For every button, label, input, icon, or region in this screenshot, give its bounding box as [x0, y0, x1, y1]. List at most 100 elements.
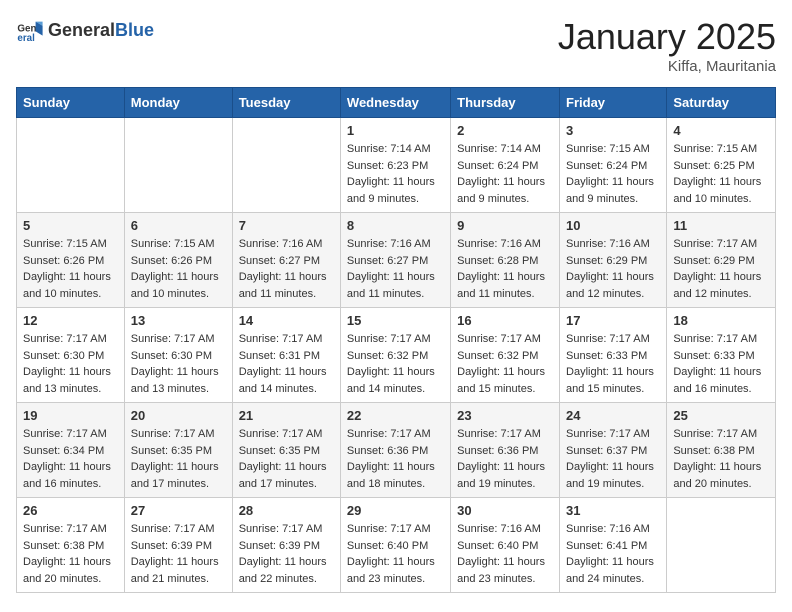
day-number: 9 — [457, 218, 553, 233]
day-number: 11 — [673, 218, 769, 233]
day-info: Sunrise: 7:15 AMSunset: 6:26 PMDaylight:… — [23, 236, 118, 302]
day-of-week-header: Thursday — [451, 88, 560, 118]
calendar-day-cell — [667, 498, 776, 593]
day-info: Sunrise: 7:17 AMSunset: 6:39 PMDaylight:… — [131, 521, 226, 587]
day-number: 23 — [457, 408, 553, 423]
calendar-day-cell: 18 Sunrise: 7:17 AMSunset: 6:33 PMDayligh… — [667, 308, 776, 403]
day-info: Sunrise: 7:17 AMSunset: 6:37 PMDaylight:… — [566, 426, 660, 492]
calendar-day-cell: 7 Sunrise: 7:16 AMSunset: 6:27 PMDaylight… — [232, 213, 340, 308]
calendar-day-cell: 29 Sunrise: 7:17 AMSunset: 6:40 PMDayligh… — [340, 498, 450, 593]
calendar-day-cell: 4Sunrise: 7:15 AMSunset: 6:25 PMDaylight… — [667, 118, 776, 213]
calendar-day-cell: 16 Sunrise: 7:17 AMSunset: 6:32 PMDayligh… — [451, 308, 560, 403]
day-info: Sunrise: 7:17 AMSunset: 6:32 PMDaylight:… — [457, 331, 553, 397]
day-of-week-header: Friday — [560, 88, 667, 118]
calendar-day-cell: 31 Sunrise: 7:16 AMSunset: 6:41 PMDayligh… — [560, 498, 667, 593]
day-number: 26 — [23, 503, 118, 518]
day-info: Sunrise: 7:17 AMSunset: 6:30 PMDaylight:… — [23, 331, 118, 397]
calendar-day-cell: 20Sunrise: 7:17 AMSunset: 6:35 PMDayligh… — [124, 403, 232, 498]
calendar-day-cell: 14Sunrise: 7:17 AMSunset: 6:31 PMDayligh… — [232, 308, 340, 403]
day-info: Sunrise: 7:17 AMSunset: 6:38 PMDaylight:… — [673, 426, 769, 492]
day-number: 30 — [457, 503, 553, 518]
calendar-week-row: 12 Sunrise: 7:17 AMSunset: 6:30 PMDayligh… — [17, 308, 776, 403]
day-info: Sunrise: 7:17 AMSunset: 6:34 PMDaylight:… — [23, 426, 118, 492]
month-title: January 2025 — [558, 16, 776, 58]
calendar-header-row: SundayMondayTuesdayWednesdayThursdayFrid… — [17, 88, 776, 118]
calendar-day-cell: 12 Sunrise: 7:17 AMSunset: 6:30 PMDayligh… — [17, 308, 125, 403]
calendar-week-row: 1Sunrise: 7:14 AMSunset: 6:23 PMDaylight… — [17, 118, 776, 213]
calendar-day-cell: 28Sunrise: 7:17 AMSunset: 6:39 PMDayligh… — [232, 498, 340, 593]
day-number: 25 — [673, 408, 769, 423]
day-info: Sunrise: 7:15 AMSunset: 6:24 PMDaylight:… — [566, 141, 660, 207]
page-header: Gen eral GeneralBlue January 2025 Kiffa,… — [16, 16, 776, 75]
day-number: 22 — [347, 408, 444, 423]
calendar-day-cell — [17, 118, 125, 213]
day-info: Sunrise: 7:16 AMSunset: 6:27 PMDaylight:… — [239, 236, 334, 302]
svg-text:eral: eral — [17, 33, 35, 44]
day-info: Sunrise: 7:16 AMSunset: 6:41 PMDaylight:… — [566, 521, 660, 587]
calendar-day-cell: 22 Sunrise: 7:17 AMSunset: 6:36 PMDayligh… — [340, 403, 450, 498]
day-number: 31 — [566, 503, 660, 518]
calendar-day-cell: 3 Sunrise: 7:15 AMSunset: 6:24 PMDaylight… — [560, 118, 667, 213]
location-subtitle: Kiffa, Mauritania — [558, 58, 776, 75]
day-info: Sunrise: 7:17 AMSunset: 6:33 PMDaylight:… — [566, 331, 660, 397]
day-of-week-header: Sunday — [17, 88, 125, 118]
calendar-day-cell: 10 Sunrise: 7:16 AMSunset: 6:29 PMDayligh… — [560, 213, 667, 308]
day-number: 27 — [131, 503, 226, 518]
title-block: January 2025 Kiffa, Mauritania — [558, 16, 776, 75]
day-number: 12 — [23, 313, 118, 328]
calendar-day-cell: 30 Sunrise: 7:16 AMSunset: 6:40 PMDayligh… — [451, 498, 560, 593]
day-number: 5 — [23, 218, 118, 233]
day-info: Sunrise: 7:15 AMSunset: 6:26 PMDaylight:… — [131, 236, 226, 302]
calendar-week-row: 5 Sunrise: 7:15 AMSunset: 6:26 PMDaylight… — [17, 213, 776, 308]
day-info: Sunrise: 7:17 AMSunset: 6:36 PMDaylight:… — [347, 426, 444, 492]
day-info: Sunrise: 7:17 AMSunset: 6:36 PMDaylight:… — [457, 426, 553, 492]
calendar-day-cell — [232, 118, 340, 213]
day-number: 3 — [566, 123, 660, 138]
calendar-day-cell: 25 Sunrise: 7:17 AMSunset: 6:38 PMDayligh… — [667, 403, 776, 498]
calendar-day-cell: 11Sunrise: 7:17 AMSunset: 6:29 PMDayligh… — [667, 213, 776, 308]
calendar-table: SundayMondayTuesdayWednesdayThursdayFrid… — [16, 87, 776, 593]
calendar-day-cell: 6Sunrise: 7:15 AMSunset: 6:26 PMDaylight… — [124, 213, 232, 308]
day-info: Sunrise: 7:17 AMSunset: 6:33 PMDaylight:… — [673, 331, 769, 397]
day-info: Sunrise: 7:15 AMSunset: 6:25 PMDaylight:… — [673, 141, 769, 207]
day-number: 7 — [239, 218, 334, 233]
day-number: 18 — [673, 313, 769, 328]
calendar-day-cell: 19 Sunrise: 7:17 AMSunset: 6:34 PMDayligh… — [17, 403, 125, 498]
calendar-body: 1Sunrise: 7:14 AMSunset: 6:23 PMDaylight… — [17, 118, 776, 593]
day-number: 17 — [566, 313, 660, 328]
calendar-day-cell: 26 Sunrise: 7:17 AMSunset: 6:38 PMDayligh… — [17, 498, 125, 593]
day-number: 16 — [457, 313, 553, 328]
day-number: 1 — [347, 123, 444, 138]
calendar-day-cell: 13Sunrise: 7:17 AMSunset: 6:30 PMDayligh… — [124, 308, 232, 403]
calendar-day-cell: 9 Sunrise: 7:16 AMSunset: 6:28 PMDaylight… — [451, 213, 560, 308]
day-number: 29 — [347, 503, 444, 518]
day-info: Sunrise: 7:17 AMSunset: 6:40 PMDaylight:… — [347, 521, 444, 587]
calendar-day-cell: 5 Sunrise: 7:15 AMSunset: 6:26 PMDaylight… — [17, 213, 125, 308]
logo-general-text: GeneralBlue — [48, 20, 154, 41]
calendar-day-cell: 8Sunrise: 7:16 AMSunset: 6:27 PMDaylight… — [340, 213, 450, 308]
day-number: 28 — [239, 503, 334, 518]
calendar-day-cell: 1Sunrise: 7:14 AMSunset: 6:23 PMDaylight… — [340, 118, 450, 213]
day-of-week-header: Saturday — [667, 88, 776, 118]
day-of-week-header: Tuesday — [232, 88, 340, 118]
day-number: 24 — [566, 408, 660, 423]
day-info: Sunrise: 7:16 AMSunset: 6:29 PMDaylight:… — [566, 236, 660, 302]
day-info: Sunrise: 7:17 AMSunset: 6:31 PMDaylight:… — [239, 331, 334, 397]
day-info: Sunrise: 7:16 AMSunset: 6:40 PMDaylight:… — [457, 521, 553, 587]
day-info: Sunrise: 7:17 AMSunset: 6:35 PMDaylight:… — [131, 426, 226, 492]
day-info: Sunrise: 7:14 AMSunset: 6:24 PMDaylight:… — [457, 141, 553, 207]
logo: Gen eral GeneralBlue — [16, 16, 154, 44]
day-info: Sunrise: 7:16 AMSunset: 6:27 PMDaylight:… — [347, 236, 444, 302]
day-of-week-header: Monday — [124, 88, 232, 118]
day-info: Sunrise: 7:16 AMSunset: 6:28 PMDaylight:… — [457, 236, 553, 302]
calendar-day-cell: 24 Sunrise: 7:17 AMSunset: 6:37 PMDayligh… — [560, 403, 667, 498]
calendar-day-cell: 2Sunrise: 7:14 AMSunset: 6:24 PMDaylight… — [451, 118, 560, 213]
calendar-day-cell: 27 Sunrise: 7:17 AMSunset: 6:39 PMDayligh… — [124, 498, 232, 593]
calendar-week-row: 19 Sunrise: 7:17 AMSunset: 6:34 PMDayligh… — [17, 403, 776, 498]
calendar-day-cell: 15Sunrise: 7:17 AMSunset: 6:32 PMDayligh… — [340, 308, 450, 403]
day-number: 10 — [566, 218, 660, 233]
day-number: 19 — [23, 408, 118, 423]
day-info: Sunrise: 7:17 AMSunset: 6:35 PMDaylight:… — [239, 426, 334, 492]
day-info: Sunrise: 7:17 AMSunset: 6:38 PMDaylight:… — [23, 521, 118, 587]
calendar-day-cell — [124, 118, 232, 213]
